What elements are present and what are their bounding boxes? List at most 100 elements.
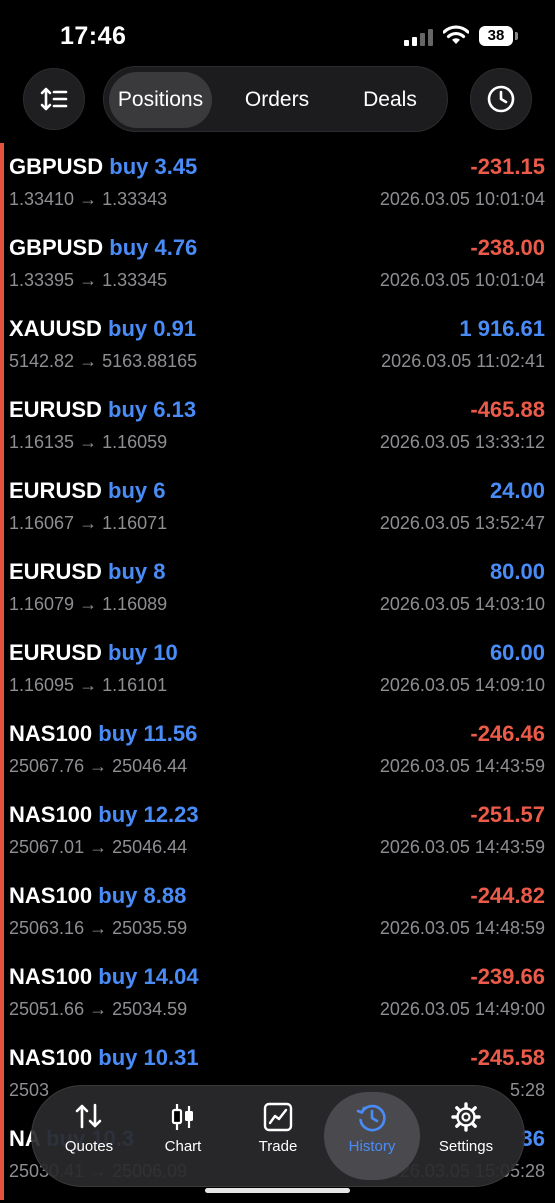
deal-row[interactable]: GBPUSD buy 4.76 1.33395 → 1.33345 -238.0… (0, 231, 555, 312)
deal-side: buy 8.88 (98, 883, 187, 908)
nav-settings-label: Settings (438, 1138, 494, 1155)
nav-quotes[interactable]: Quotes (42, 1086, 136, 1186)
tab-orders[interactable]: Orders (222, 72, 332, 128)
deal-datetime: 2026.03.05 14:43:59 (379, 756, 545, 776)
deal-prices: 25067.01 → 25046.44 (9, 837, 188, 857)
battery-tip (515, 32, 518, 40)
deal-symbol: GBPUSD (9, 154, 104, 179)
deal-prices: 5142.82 → 5163.88165 (9, 351, 198, 371)
deal-side: buy 10 (108, 640, 178, 665)
tab-deals[interactable]: Deals (336, 72, 444, 128)
deal-datetime: 2026.03.05 11:02:41 (381, 351, 545, 371)
deal-row[interactable]: NAS100 buy 12.23 25067.01 → 25046.44 -25… (0, 798, 555, 879)
deal-row[interactable]: GBPUSD buy 3.45 1.33410 → 1.33343 -231.1… (0, 150, 555, 231)
deal-side: buy 10.31 (98, 1045, 199, 1070)
deal-title: EURUSD buy 10 (9, 640, 178, 666)
nav-trade[interactable]: Trade (231, 1086, 325, 1186)
deal-list: GBPUSD buy 3.45 1.33410 → 1.33343 -231.1… (0, 150, 555, 1203)
nav-history[interactable]: History (320, 1086, 424, 1186)
deal-profit: -231.15 (470, 154, 545, 179)
nav-settings[interactable]: Settings (419, 1086, 513, 1186)
deal-datetime: 2026.03.05 14:48:59 (379, 918, 545, 938)
deal-prices: 1.16067 → 1.16071 (9, 513, 168, 533)
deal-symbol: EURUSD (9, 640, 102, 665)
deal-title: GBPUSD buy 3.45 (9, 154, 197, 180)
deal-profit: -238.00 (470, 235, 545, 260)
tab-positions[interactable]: Positions (109, 72, 212, 128)
deal-datetime: 2026.03.05 14:49:00 (379, 999, 545, 1019)
deal-symbol: NAS100 (9, 883, 93, 908)
nav-chart-label: Chart (164, 1138, 202, 1155)
deal-prices: 25051.66 → 25034.59 (9, 999, 188, 1019)
deal-profit: -246.46 (470, 721, 545, 746)
deal-prices: 1.16095 → 1.16101 (9, 675, 168, 695)
deal-side: buy 4.76 (109, 235, 198, 260)
history-icon (356, 1104, 386, 1132)
deal-prices: 1.16079 → 1.16089 (9, 594, 168, 614)
deal-datetime: 2026.03.05 10:01:04 (379, 270, 545, 290)
deal-title: GBPUSD buy 4.76 (9, 235, 197, 261)
status-bar: 17:46 38 (0, 0, 555, 62)
deal-profit: -465.88 (470, 397, 545, 422)
deal-profit: -245.58 (470, 1045, 545, 1070)
deal-row[interactable]: EURUSD buy 6 1.16067 → 1.16071 24.00 202… (0, 474, 555, 555)
deal-side: buy 6 (108, 478, 166, 503)
quotes-icon (75, 1103, 102, 1129)
deal-prices: 1.33395 → 1.33345 (9, 270, 168, 290)
nav-chart[interactable]: Chart (136, 1086, 230, 1186)
deal-side: buy 14.04 (98, 964, 199, 989)
deal-prices: 1.16135 → 1.16059 (9, 432, 168, 452)
home-indicator (205, 1188, 350, 1193)
deal-row[interactable]: EURUSD buy 6.13 1.16135 → 1.16059 -465.8… (0, 393, 555, 474)
deal-row[interactable]: NAS100 buy 8.88 25063.16 → 25035.59 -244… (0, 879, 555, 960)
deal-title: NAS100 buy 11.56 (9, 721, 197, 747)
sort-button[interactable] (23, 68, 85, 130)
wifi-icon (443, 25, 469, 44)
deal-side: buy 6.13 (108, 397, 197, 422)
deal-row[interactable]: EURUSD buy 10 1.16095 → 1.16101 60.00 20… (0, 636, 555, 717)
candlestick-icon (171, 1104, 193, 1130)
deal-side: buy 11.56 (98, 721, 198, 746)
nav-trade-label: Trade (258, 1138, 298, 1155)
nav-history-label: History (348, 1138, 396, 1155)
cellular-signal-icon (404, 28, 434, 46)
deal-datetime: 2026.03.05 14:09:10 (379, 675, 545, 695)
deal-profit: 80.00 (489, 559, 545, 584)
history-tabs: Positions Orders Deals (103, 66, 448, 132)
deal-row[interactable]: NAS100 buy 11.56 25067.76 → 25046.44 -24… (0, 717, 555, 798)
deal-title: EURUSD buy 8 (9, 559, 166, 585)
deal-profit: -251.57 (470, 802, 545, 827)
deal-title: NAS100 buy 10.31 (9, 1045, 199, 1071)
deal-side: buy 3.45 (109, 154, 198, 179)
deal-row[interactable]: XAUUSD buy 0.91 5142.82 → 5163.88165 1 9… (0, 312, 555, 393)
deal-symbol: EURUSD (9, 559, 102, 584)
deal-datetime: 2026.03.05 14:03:10 (379, 594, 545, 614)
deal-symbol: EURUSD (9, 397, 102, 422)
deal-symbol: NAS100 (9, 1045, 93, 1070)
deal-title: NAS100 buy 8.88 (9, 883, 186, 909)
deal-datetime: 2026.03.05 14:43:59 (379, 837, 545, 857)
deal-row[interactable]: EURUSD buy 8 1.16079 → 1.16089 80.00 202… (0, 555, 555, 636)
deal-symbol: NAS100 (9, 802, 93, 827)
period-button[interactable] (470, 68, 532, 130)
deal-row[interactable]: NAS100 buy 14.04 25051.66 → 25034.59 -23… (0, 960, 555, 1041)
sort-icon (40, 87, 68, 111)
deal-prices: 25063.16 → 25035.59 (9, 918, 188, 938)
deal-side: buy 12.23 (98, 802, 199, 827)
deal-symbol: NAS100 (9, 964, 93, 989)
deal-profit: -239.66 (470, 964, 545, 989)
battery-icon: 38 (479, 26, 513, 46)
deal-title: EURUSD buy 6.13 (9, 397, 196, 423)
deal-side: buy 0.91 (108, 316, 197, 341)
deal-profit: 60.00 (489, 640, 545, 665)
deal-profit: -244.82 (470, 883, 545, 908)
deal-prices: 25067.76 → 25046.44 (9, 756, 188, 776)
deal-datetime: 5:28 (509, 1080, 545, 1100)
status-time: 17:46 (60, 22, 127, 50)
deal-title: EURUSD buy 6 (9, 478, 166, 504)
deal-symbol: NAS100 (9, 721, 93, 746)
deal-symbol: GBPUSD (9, 235, 104, 260)
deal-datetime: 2026.03.05 10:01:04 (379, 189, 545, 209)
deal-profit: 24.00 (489, 478, 545, 503)
deal-title: NAS100 buy 12.23 (9, 802, 199, 828)
